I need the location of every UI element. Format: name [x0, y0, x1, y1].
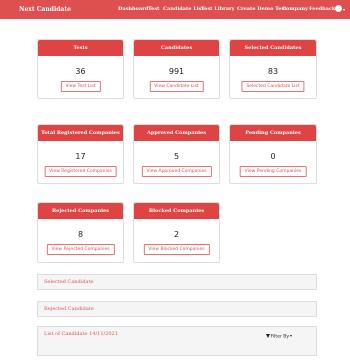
panel-selected-candidate[interactable]: Selected Candidate: [37, 274, 317, 290]
card-pending-companies: Pending Companies 0 View Pending Compani…: [229, 124, 317, 184]
selected-candidate-list-button[interactable]: Selected Candidate List: [241, 81, 305, 92]
nav-test[interactable]: Test: [148, 6, 159, 12]
nav-candidate-list[interactable]: Candidate List: [163, 6, 204, 12]
card-title: Total Registered Companies: [38, 125, 123, 141]
view-candidate-list-button[interactable]: View Candidate List: [149, 81, 204, 92]
view-pending-companies-button[interactable]: View Pending Companies: [239, 166, 307, 177]
card-count: 17: [75, 152, 86, 161]
card-count: 991: [168, 67, 185, 76]
card-count: 5: [173, 152, 180, 161]
panel-title: Rejected Candidate: [44, 306, 94, 312]
card-selected-candidates: Selected Candidates 83 Selected Candidat…: [229, 39, 317, 99]
chevron-down-icon[interactable]: ▾: [343, 7, 345, 12]
nav-links: Dashboard Test Candidate List Test Libra…: [118, 5, 350, 16]
card-title: Blocked Companies: [134, 203, 219, 219]
card-blocked-companies: Blocked Companies 2 View Blocked Compani…: [133, 202, 220, 263]
view-rejected-companies-button[interactable]: View Rejected Companies: [46, 244, 115, 255]
panel-rejected-candidate[interactable]: Rejected Candidate: [37, 301, 317, 317]
view-registered-companies-button[interactable]: View Registered Companies: [44, 166, 117, 177]
nav-company[interactable]: Company: [282, 6, 308, 12]
card-count: 8: [77, 230, 84, 239]
filter-icon: [265, 334, 270, 338]
panel-title: List of Candidate 14/11/2021: [44, 331, 118, 337]
card-approved-companies: Approved Companies 5 View Approved Compa…: [133, 124, 220, 184]
card-total-registered-companies: Total Registered Companies 17 View Regis…: [37, 124, 124, 184]
card-tests: Tests 36 View Test List: [37, 39, 124, 99]
card-count: 2: [173, 230, 180, 239]
filter-by-button[interactable]: Filter By: [265, 334, 292, 340]
brand-logo[interactable]: Next Candidate: [19, 6, 71, 13]
nav-dashboard[interactable]: Dashboard: [118, 6, 148, 12]
view-approved-companies-button[interactable]: View Approved Companies: [141, 166, 212, 177]
card-candidates: Candidates 991 View Candidate List: [133, 39, 220, 99]
filter-label: Filter By: [270, 334, 289, 340]
top-navbar: Next Candidate Dashboard Test Candidate …: [0, 0, 350, 19]
chevron-down-icon: [290, 335, 292, 337]
card-title: Rejected Companies: [38, 203, 123, 219]
panel-candidate-list: List of Candidate 14/11/2021 Filter By: [37, 326, 317, 356]
card-title: Approved Companies: [134, 125, 219, 141]
card-count: 0: [270, 152, 276, 161]
card-rejected-companies: Rejected Companies 8 View Rejected Compa…: [37, 202, 124, 263]
card-title: Tests: [38, 40, 123, 56]
card-count: 36: [75, 67, 86, 76]
user-avatar-icon[interactable]: [335, 5, 342, 12]
card-count: 83: [267, 67, 279, 76]
nav-test-library[interactable]: Test Library: [201, 6, 235, 12]
card-title: Selected Candidates: [230, 40, 316, 56]
nav-feedback[interactable]: Feedback: [309, 6, 335, 12]
panel-title: Selected Candidate: [44, 279, 94, 285]
nav-create-demo-test[interactable]: Create Demo Test: [237, 6, 287, 12]
view-blocked-companies-button[interactable]: View Blocked Companies: [143, 244, 210, 255]
view-test-list-button[interactable]: View Test List: [60, 81, 101, 92]
card-title: Candidates: [134, 40, 219, 56]
card-title: Pending Companies: [230, 125, 316, 141]
